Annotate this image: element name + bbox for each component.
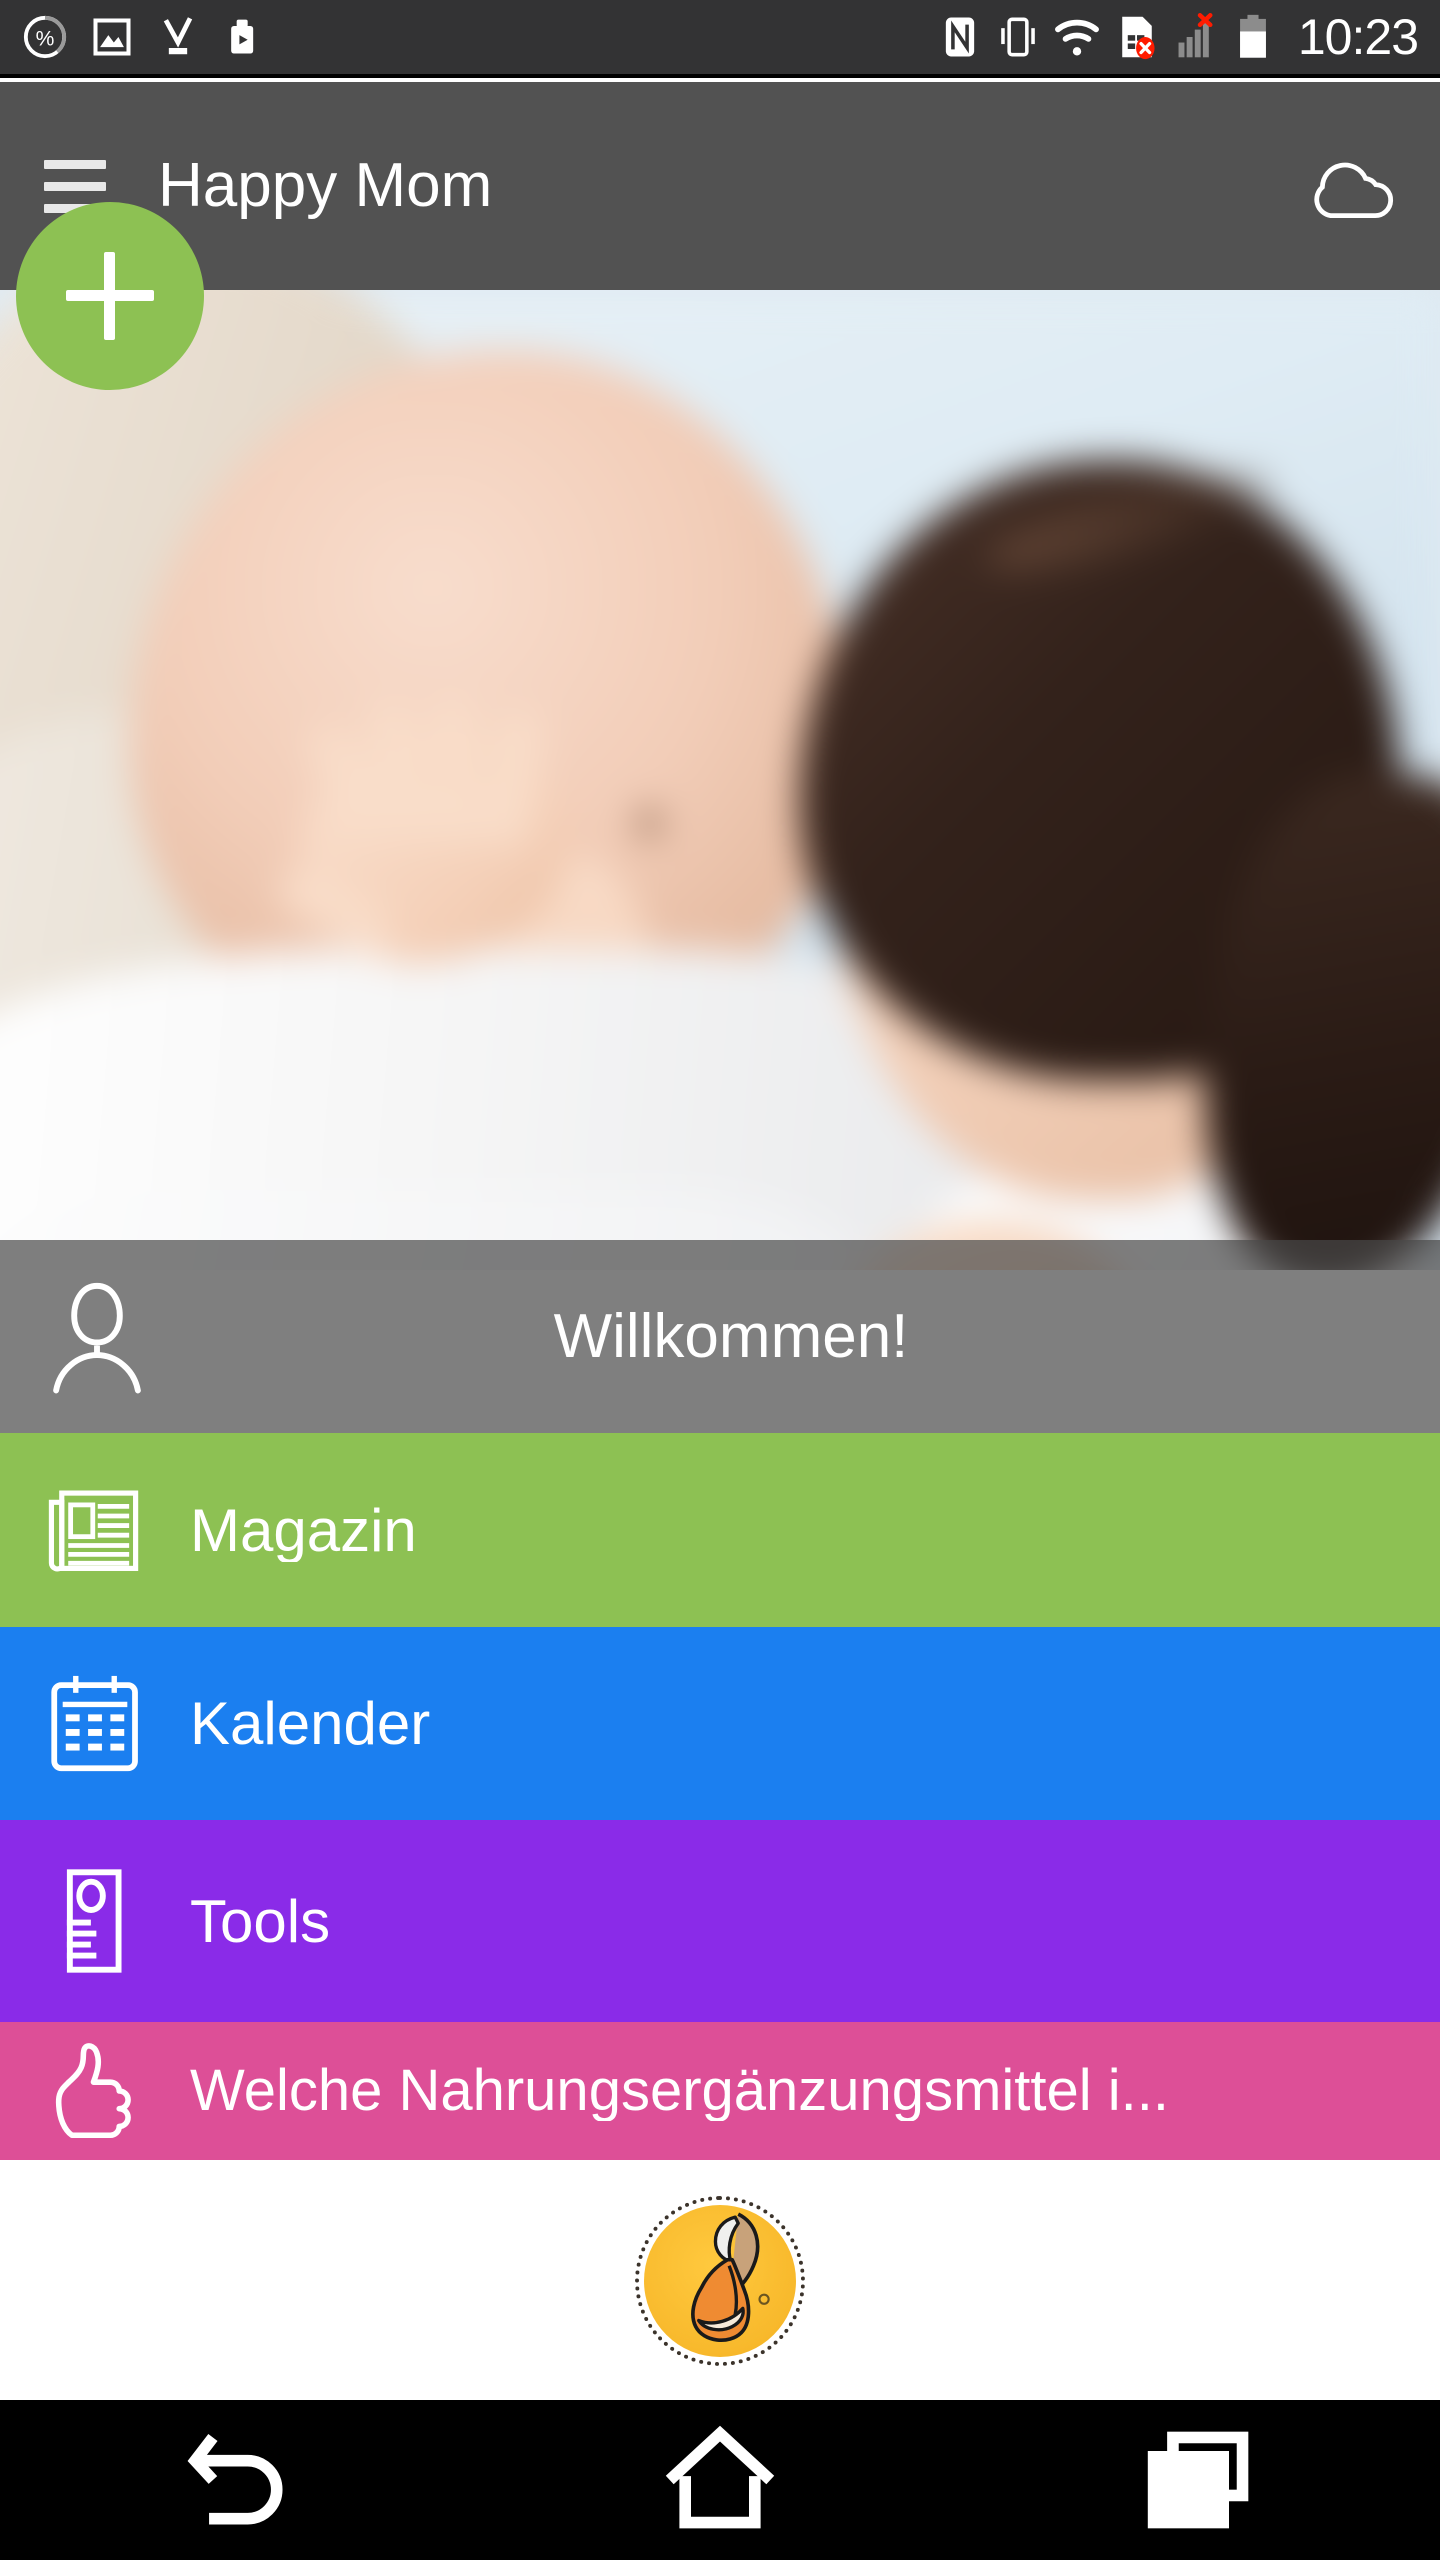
download-complete-icon xyxy=(156,15,200,59)
signal-no-service-icon xyxy=(1174,13,1220,61)
welcome-text: Willkommen! xyxy=(553,1301,909,1371)
ruler-icon xyxy=(0,1866,190,1976)
status-bar-left-icons: % xyxy=(0,14,266,60)
page-title: Happy Mom xyxy=(158,151,493,220)
home-icon xyxy=(662,2425,778,2535)
thumbs-up-icon xyxy=(0,2039,190,2143)
newspaper-icon xyxy=(0,1482,190,1578)
back-button[interactable] xyxy=(140,2400,340,2560)
welcome-bar[interactable]: Willkommen! xyxy=(0,1240,1440,1433)
svg-text:%: % xyxy=(36,28,55,51)
phone-screen: % 10:23 Happy Mom Willkommen! Magazin Ka… xyxy=(0,0,1440,2560)
battery-percent-icon: % xyxy=(22,14,68,60)
home-button[interactable] xyxy=(620,2400,820,2560)
nfc-icon xyxy=(938,14,982,60)
menu-item-tools[interactable]: Tools xyxy=(0,1820,1440,2022)
status-bar: % 10:23 xyxy=(0,0,1440,78)
pregnant-woman-circular-logo xyxy=(635,2195,805,2366)
status-bar-right-icons: 10:23 xyxy=(938,12,1440,62)
menu-item-nahrungsergaenzungsmittel[interactable]: Welche Nahrungsergänzungsmittel i... xyxy=(0,2022,1440,2160)
add-button[interactable] xyxy=(16,202,204,390)
menu-item-label: Magazin xyxy=(190,1498,417,1562)
vibrate-mode-icon xyxy=(998,14,1038,60)
menu-item-label: Tools xyxy=(190,1889,331,1953)
back-arrow-icon xyxy=(182,2425,298,2535)
wifi-icon xyxy=(1054,16,1100,58)
android-navigation-bar xyxy=(0,2400,1440,2560)
sim-card-error-icon xyxy=(1116,13,1158,61)
menu-item-label: Welche Nahrungsergänzungsmittel i... xyxy=(190,2060,1169,2122)
menu-item-kalender[interactable]: Kalender xyxy=(0,1627,1440,1820)
battery-icon xyxy=(1236,13,1270,61)
user-avatar-icon xyxy=(22,1278,172,1396)
app-install-icon xyxy=(222,15,266,59)
status-bar-clock: 10:23 xyxy=(1297,9,1419,65)
calendar-icon xyxy=(0,1672,190,1776)
plus-icon xyxy=(66,252,154,340)
app-bar: Happy Mom xyxy=(0,82,1440,290)
menu-item-label: Kalender xyxy=(190,1692,431,1755)
menu-list: Magazin Kalender Tools Welche Nahrungser… xyxy=(0,1433,1440,2160)
logo-figure-icon xyxy=(691,2211,770,2342)
gallery-image-icon xyxy=(90,15,134,59)
hero-photo-illustration xyxy=(0,290,1440,1270)
recents-button[interactable] xyxy=(1100,2400,1300,2560)
recent-apps-icon xyxy=(1142,2425,1258,2535)
hamburger-bar-2 xyxy=(44,181,106,191)
hero-image xyxy=(0,290,1440,1270)
footer-logo-area xyxy=(0,2161,1440,2400)
hamburger-bar-1 xyxy=(44,159,106,169)
menu-item-magazin[interactable]: Magazin xyxy=(0,1433,1440,1627)
cloud-icon[interactable] xyxy=(1304,148,1400,224)
